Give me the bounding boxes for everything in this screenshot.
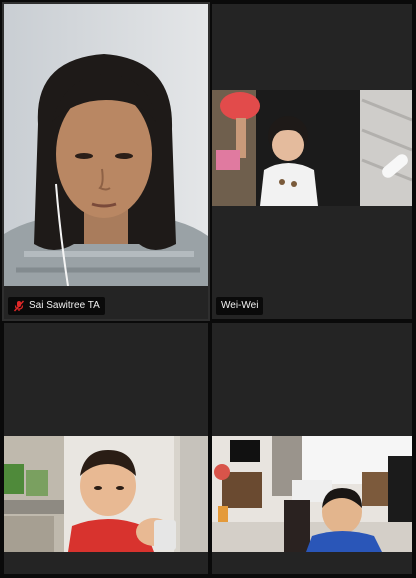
participant-video — [212, 90, 412, 206]
participant-tile-3[interactable] — [4, 323, 208, 574]
participant-video — [212, 436, 412, 552]
participant-name: Wei-Wei — [221, 300, 259, 311]
microphone-muted-icon — [13, 300, 25, 312]
participant-tile-sai[interactable]: Sai Sawitree TA — [2, 2, 210, 321]
participant-tile-weiwei[interactable]: Wei-Wei — [212, 4, 412, 319]
participant-name: Sai Sawitree TA — [29, 300, 100, 311]
participant-video — [4, 436, 208, 552]
participant-video — [4, 4, 208, 286]
participant-tile-4[interactable] — [212, 323, 412, 574]
participant-name-label: Wei-Wei — [216, 297, 264, 315]
video-grid: Sai Sawitree TA Wei-Wei — [0, 0, 416, 578]
participant-name-label: Sai Sawitree TA — [8, 297, 105, 315]
